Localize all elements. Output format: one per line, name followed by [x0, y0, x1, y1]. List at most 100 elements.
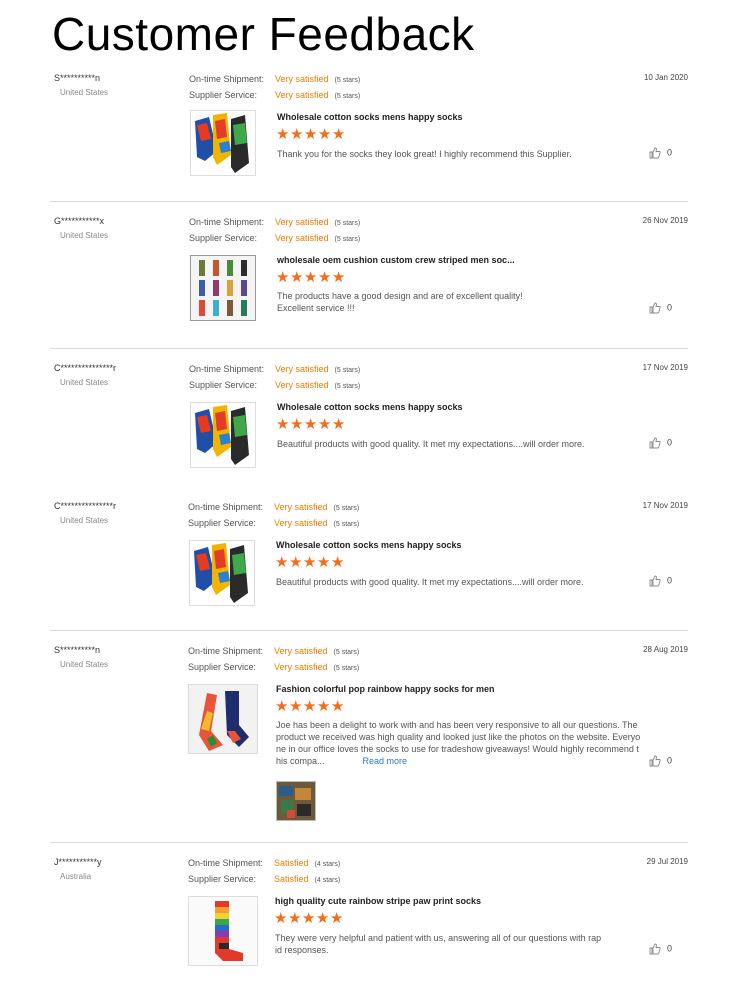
- like-count: 0: [666, 302, 672, 313]
- shipment-label: On-time Shipment:: [189, 217, 265, 227]
- review-card: C***************r United States On-time …: [50, 496, 688, 631]
- star-icon: ★: [288, 698, 303, 715]
- like-count: 0: [666, 147, 672, 158]
- product-title[interactable]: high quality cute rainbow stripe paw pri…: [275, 896, 481, 906]
- review-text-line: ne in our office loves the socks to use …: [276, 744, 639, 754]
- service-stars: (5 stars): [334, 383, 361, 390]
- service-value: Very satisfied: [275, 90, 329, 100]
- buyer-name: S**********n: [54, 73, 101, 83]
- attachment-thumbnail[interactable]: [276, 781, 316, 821]
- star-icon: ★: [303, 269, 318, 286]
- buyer-country: United States: [60, 660, 109, 669]
- review-text-line: Joe has been a delight to work with and …: [276, 720, 638, 730]
- star-icon: ★: [330, 554, 345, 571]
- star-icon: ★: [316, 698, 331, 715]
- like-button[interactable]: 0: [649, 147, 672, 159]
- product-title[interactable]: Wholesale cotton socks mens happy socks: [277, 112, 463, 122]
- shipment-rating: On-time Shipment: Satisfied (4 stars): [188, 857, 340, 873]
- review-text: Joe has been a delight to work with and …: [276, 719, 648, 767]
- review-text-line: product we received was high quality and…: [276, 732, 641, 742]
- review-text: The products have a good design and are …: [277, 290, 649, 314]
- service-rating: Supplier Service: Very satisfied (5 stars): [188, 661, 359, 677]
- shipment-rating: On-time Shipment: Very satisfied (5 stars): [188, 645, 359, 661]
- shipment-stars: (5 stars): [334, 367, 361, 374]
- shipment-value: Very satisfied: [274, 646, 328, 656]
- review-text: Beautiful products with good quality. It…: [277, 439, 585, 449]
- service-label: Supplier Service:: [189, 233, 258, 243]
- review-card: S**********n United States On-time Shipm…: [50, 68, 688, 202]
- read-more-link[interactable]: Read more: [363, 756, 408, 766]
- like-button[interactable]: 0: [649, 943, 672, 955]
- ratings: On-time Shipment: Very satisfied (5 stars)…: [188, 501, 359, 533]
- review-stars: ★★★★★: [276, 416, 346, 433]
- service-rating: Supplier Service: Very satisfied (5 stars): [188, 517, 359, 533]
- shipment-stars: (5 stars): [333, 505, 360, 512]
- star-icon: ★: [331, 126, 346, 143]
- like-count: 0: [666, 575, 672, 586]
- service-value: Very satisfied: [274, 662, 328, 672]
- review-stars: ★★★★★: [276, 269, 346, 286]
- product-title[interactable]: wholesale oem cushion custom crew stripe…: [277, 255, 515, 265]
- page-title: Customer Feedback: [52, 8, 475, 60]
- review-text: Beautiful products with good quality. It…: [276, 577, 584, 587]
- shipment-label: On-time Shipment:: [188, 502, 264, 512]
- review-card: G***********x United States On-time Ship…: [50, 211, 688, 349]
- like-count: 0: [666, 437, 672, 448]
- like-button[interactable]: 0: [649, 755, 672, 767]
- product-thumbnail[interactable]: [190, 402, 256, 468]
- star-icon: ★: [317, 269, 332, 286]
- star-icon: ★: [276, 269, 290, 286]
- review-date: 28 Aug 2019: [643, 645, 688, 654]
- product-thumbnail[interactable]: [190, 255, 256, 321]
- review-text-line: They were very helpful and patient with …: [275, 933, 602, 943]
- review-date: 17 Nov 2019: [642, 363, 688, 372]
- service-rating: Supplier Service: Satisfied (4 stars): [188, 873, 340, 889]
- review-text-tail: his compa...: [276, 756, 325, 766]
- product-thumbnail[interactable]: [188, 684, 258, 754]
- service-value: Very satisfied: [275, 380, 329, 390]
- buyer-name: C***************r: [54, 501, 117, 511]
- service-value: Very satisfied: [274, 518, 328, 528]
- product-title[interactable]: Wholesale cotton socks mens happy socks: [277, 402, 463, 412]
- product-title[interactable]: Fashion colorful pop rainbow happy socks…: [276, 684, 495, 694]
- service-label: Supplier Service:: [188, 518, 257, 528]
- product-thumbnail[interactable]: [190, 110, 256, 176]
- like-button[interactable]: 0: [649, 302, 672, 314]
- star-icon: ★: [288, 554, 303, 571]
- shipment-value: Very satisfied: [275, 364, 329, 374]
- review-text-line: id responses.: [275, 945, 329, 955]
- service-value: Satisfied: [274, 874, 309, 884]
- like-button[interactable]: 0: [649, 437, 672, 449]
- star-icon: ★: [315, 910, 330, 927]
- shipment-stars: (5 stars): [334, 77, 361, 84]
- product-thumbnail[interactable]: [189, 540, 255, 606]
- service-stars: (5 stars): [333, 665, 360, 672]
- service-stars: (4 stars): [314, 877, 341, 884]
- service-rating: Supplier Service: Very satisfied (5 stars): [189, 379, 360, 395]
- shipment-value: Very satisfied: [275, 217, 329, 227]
- star-icon: ★: [302, 554, 317, 571]
- product-title[interactable]: Wholesale cotton socks mens happy socks: [276, 540, 462, 550]
- shipment-label: On-time Shipment:: [188, 646, 264, 656]
- buyer-country: United States: [60, 516, 109, 525]
- thumbs-up-icon: [649, 437, 661, 449]
- buyer-country: United States: [60, 378, 109, 387]
- product-thumbnail[interactable]: [188, 896, 258, 966]
- service-label: Supplier Service:: [189, 380, 258, 390]
- review-date: 10 Jan 2020: [643, 73, 688, 82]
- service-stars: (5 stars): [333, 521, 360, 528]
- thumbs-up-icon: [649, 755, 661, 767]
- thumbs-up-icon: [649, 147, 661, 159]
- thumbs-up-icon: [649, 302, 661, 314]
- buyer-name: J***********y: [54, 857, 102, 867]
- like-button[interactable]: 0: [649, 575, 672, 587]
- shipment-rating: On-time Shipment: Very satisfied (5 stars): [189, 73, 360, 89]
- buyer-country: United States: [60, 88, 109, 97]
- star-icon: ★: [331, 416, 346, 433]
- star-icon: ★: [301, 910, 316, 927]
- star-icon: ★: [329, 910, 344, 927]
- star-icon: ★: [331, 269, 346, 286]
- ratings: On-time Shipment: Very satisfied (5 stars)…: [189, 73, 360, 105]
- review-stars: ★★★★★: [274, 910, 344, 927]
- shipment-stars: (4 stars): [314, 861, 341, 868]
